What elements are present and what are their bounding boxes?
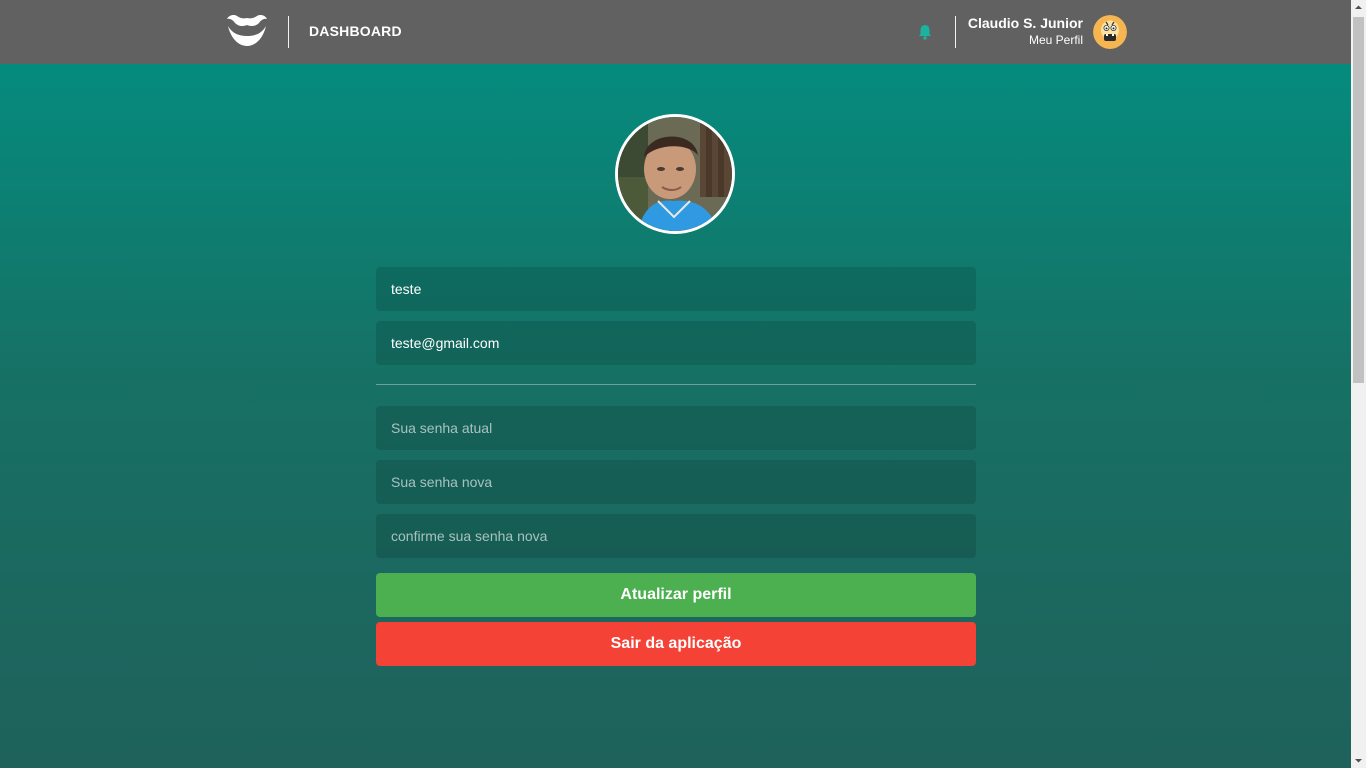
cartoon-avatar-icon[interactable] (1093, 15, 1127, 49)
update-profile-button[interactable]: Atualizar perfil (376, 573, 976, 617)
form-divider (376, 384, 976, 385)
name-field[interactable] (376, 267, 976, 311)
scrollbar-thumb[interactable] (1353, 17, 1364, 383)
user-photo-avatar[interactable] (615, 114, 735, 234)
mustache-logo-icon[interactable] (225, 13, 269, 49)
logout-button[interactable]: Sair da aplicação (376, 622, 976, 666)
bell-icon[interactable] (918, 24, 932, 40)
user-name: Claudio S. Junior (967, 15, 1083, 31)
scroll-up-arrow-icon[interactable] (1351, 0, 1366, 15)
vertical-scrollbar[interactable] (1351, 0, 1366, 768)
page: DASHBOARD Claudio S. Junior Meu Perfil t… (0, 0, 1351, 768)
header-divider (955, 16, 956, 48)
new-password-field[interactable] (376, 460, 976, 504)
header-divider (288, 16, 289, 48)
my-profile-link[interactable]: Meu Perfil (1029, 33, 1083, 47)
confirm-password-field[interactable] (376, 514, 976, 558)
nav-dashboard-link[interactable]: DASHBOARD (309, 23, 402, 39)
top-header: DASHBOARD Claudio S. Junior Meu Perfil (0, 0, 1351, 64)
email-field[interactable] (376, 321, 976, 365)
scroll-down-arrow-icon[interactable] (1351, 753, 1366, 768)
current-password-field[interactable] (376, 406, 976, 450)
